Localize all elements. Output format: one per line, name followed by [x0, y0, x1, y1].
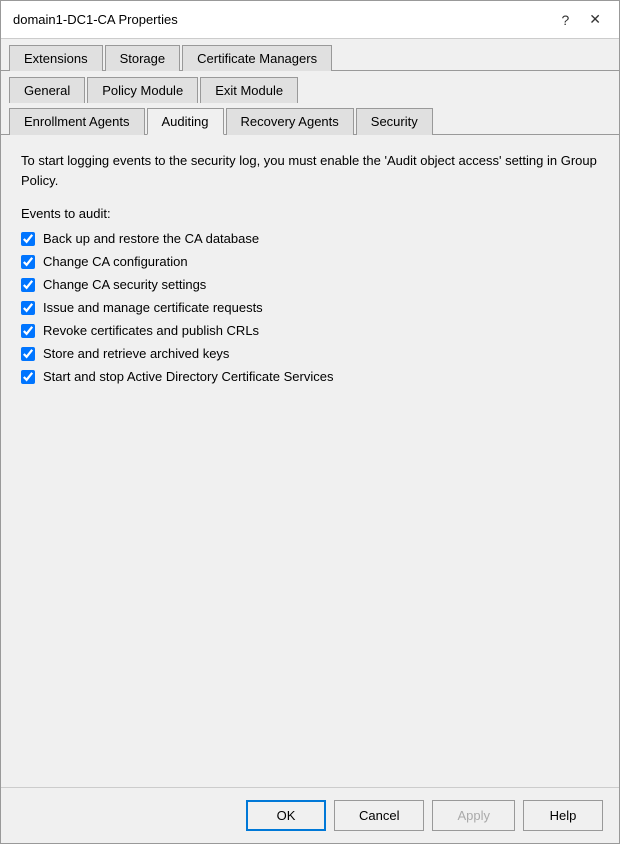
tab-enrollment-agents[interactable]: Enrollment Agents	[9, 108, 145, 135]
apply-button[interactable]: Apply	[432, 800, 515, 831]
tab-storage[interactable]: Storage	[105, 45, 181, 71]
checkbox-label-change-security[interactable]: Change CA security settings	[43, 277, 206, 292]
tab-general[interactable]: General	[9, 77, 85, 103]
tab-policy-module[interactable]: Policy Module	[87, 77, 198, 103]
checkbox-label-start-stop[interactable]: Start and stop Active Directory Certific…	[43, 369, 333, 384]
checkbox-item: Store and retrieve archived keys	[21, 346, 599, 361]
button-bar: OK Cancel Apply Help	[1, 787, 619, 843]
checkbox-label-issue-manage[interactable]: Issue and manage certificate requests	[43, 300, 263, 315]
tabs-row1: Extensions Storage Certificate Managers	[9, 45, 611, 70]
checkbox-change-config[interactable]	[21, 255, 35, 269]
checkbox-item: Change CA security settings	[21, 277, 599, 292]
tabs-row2-container: General Policy Module Exit Module	[1, 71, 619, 102]
close-button[interactable]: ✕	[583, 9, 607, 30]
tab-recovery-agents[interactable]: Recovery Agents	[226, 108, 354, 135]
ok-button[interactable]: OK	[246, 800, 326, 831]
checkbox-item: Revoke certificates and publish CRLs	[21, 323, 599, 338]
info-text: To start logging events to the security …	[21, 151, 599, 190]
checkbox-label-revoke-crl[interactable]: Revoke certificates and publish CRLs	[43, 323, 259, 338]
checkbox-store-retrieve[interactable]	[21, 347, 35, 361]
checkbox-label-store-retrieve[interactable]: Store and retrieve archived keys	[43, 346, 229, 361]
checkbox-label-backup-restore[interactable]: Back up and restore the CA database	[43, 231, 259, 246]
properties-dialog: domain1-DC1-CA Properties ? ✕ Extensions…	[0, 0, 620, 844]
tabs-row3-container: Enrollment Agents Auditing Recovery Agen…	[1, 102, 619, 135]
cancel-button[interactable]: Cancel	[334, 800, 424, 831]
checkbox-item: Change CA configuration	[21, 254, 599, 269]
checkbox-item: Start and stop Active Directory Certific…	[21, 369, 599, 384]
checkbox-item: Issue and manage certificate requests	[21, 300, 599, 315]
tabs-row1-container: Extensions Storage Certificate Managers	[1, 39, 619, 71]
window-title: domain1-DC1-CA Properties	[13, 12, 178, 27]
tabs-row3: Enrollment Agents Auditing Recovery Agen…	[9, 108, 611, 134]
checkbox-start-stop[interactable]	[21, 370, 35, 384]
tab-extensions[interactable]: Extensions	[9, 45, 103, 71]
tab-exit-module[interactable]: Exit Module	[200, 77, 298, 103]
title-bar: domain1-DC1-CA Properties ? ✕	[1, 1, 619, 39]
content-area: To start logging events to the security …	[1, 135, 619, 787]
checkbox-change-security[interactable]	[21, 278, 35, 292]
checkbox-revoke-crl[interactable]	[21, 324, 35, 338]
help-dialog-button[interactable]: Help	[523, 800, 603, 831]
title-bar-controls: ? ✕	[555, 9, 607, 30]
tab-auditing[interactable]: Auditing	[147, 108, 224, 135]
tab-certificate-managers[interactable]: Certificate Managers	[182, 45, 332, 71]
checkbox-label-change-config[interactable]: Change CA configuration	[43, 254, 188, 269]
checkbox-item: Back up and restore the CA database	[21, 231, 599, 246]
tab-security[interactable]: Security	[356, 108, 433, 135]
help-button[interactable]: ?	[555, 10, 575, 30]
events-label: Events to audit:	[21, 206, 599, 221]
tabs-row2: General Policy Module Exit Module	[9, 77, 611, 102]
checkbox-issue-manage[interactable]	[21, 301, 35, 315]
checkbox-backup-restore[interactable]	[21, 232, 35, 246]
